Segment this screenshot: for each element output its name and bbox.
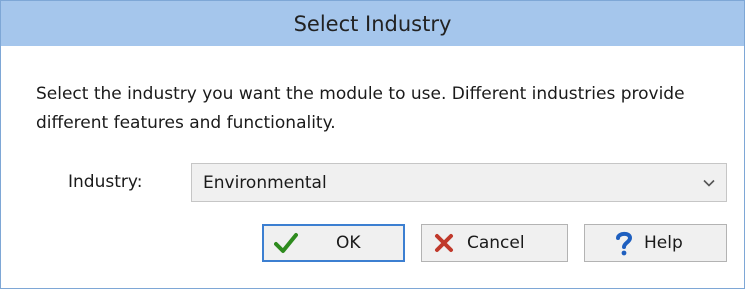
dialog-title: Select Industry [293, 11, 452, 36]
industry-dropdown[interactable]: Environmental [191, 163, 727, 202]
cancel-button[interactable]: Cancel [421, 224, 568, 262]
help-button-label: Help [644, 233, 683, 253]
x-icon [433, 232, 455, 254]
checkmark-icon [273, 230, 299, 256]
select-industry-dialog: Select Industry Select the industry you … [0, 0, 745, 289]
chevron-down-icon [702, 176, 716, 190]
dialog-description: Select the industry you want the module … [36, 84, 685, 133]
industry-selected-value: Environmental [203, 172, 327, 193]
ok-button[interactable]: OK [262, 224, 405, 262]
help-button[interactable]: Help [584, 224, 727, 262]
dialog-titlebar[interactable]: Select Industry [1, 1, 744, 46]
cancel-button-label: Cancel [467, 233, 525, 253]
dialog-content: Select the industry you want the module … [1, 46, 744, 288]
question-mark-icon [613, 230, 635, 256]
industry-label: Industry: [68, 172, 143, 192]
ok-button-label: OK [336, 233, 361, 253]
